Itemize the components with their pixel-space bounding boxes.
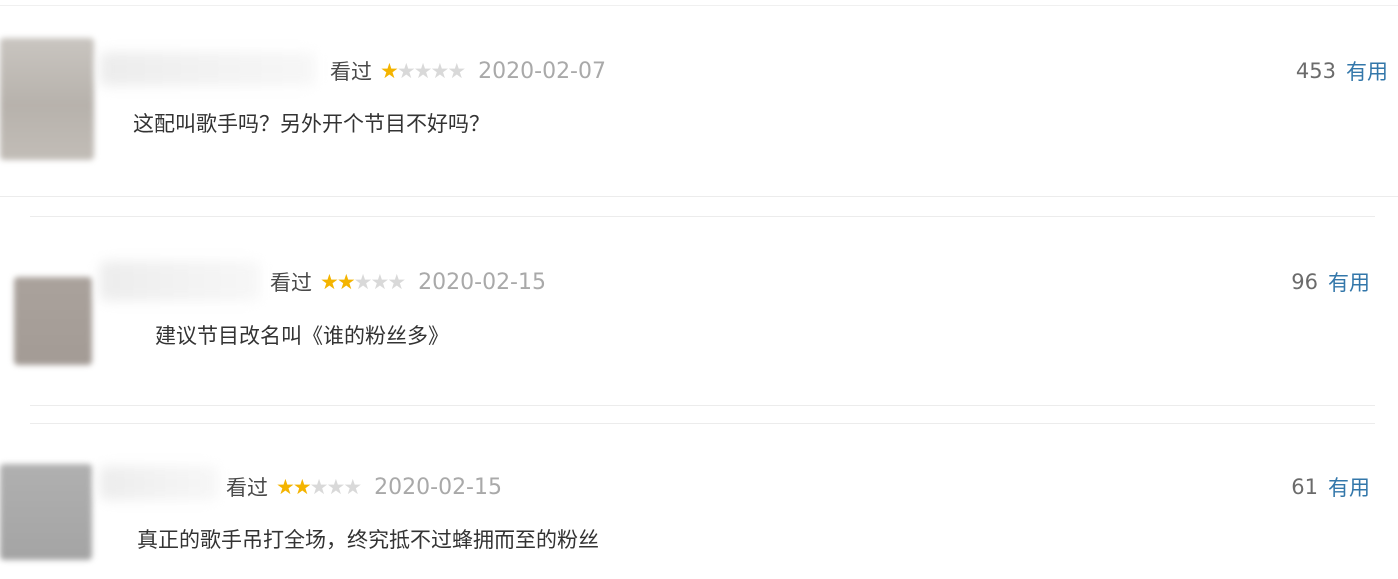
review-text: 真正的歌手吊打全场，终究抵不过蜂拥而至的粉丝 [137,528,599,552]
rating-stars: ★ ★ ★ ★ ★ [276,474,362,499]
review-meta: 看过 ★ ★ ★ ★ ★ 2020-02-15 [270,267,546,297]
star-icon: ★ [343,474,362,499]
username-blurred[interactable] [100,466,218,500]
useful-vote: 96 有用 [1291,267,1370,297]
username-blurred[interactable] [100,52,315,86]
divider [0,196,1398,197]
watched-status: 看过 [270,271,312,295]
useful-button[interactable]: 有用 [1346,56,1388,86]
star-icon: ★ [309,474,329,499]
star-icon: ★ [292,474,312,499]
star-icon: ★ [336,269,356,294]
avatar[interactable] [0,464,92,560]
watched-status: 看过 [226,476,268,500]
review-date: 2020-02-15 [418,269,546,295]
divider [30,405,1375,406]
review-date: 2020-02-07 [478,58,606,84]
useful-button[interactable]: 有用 [1328,472,1370,502]
review-item: 看过 ★ ★ ★ ★ ★ 2020-02-15 真正的歌手吊打全场，终究抵不过蜂… [0,424,1398,579]
rating-stars: ★ ★ ★ ★ ★ [320,269,406,294]
useful-count: 453 [1295,59,1336,83]
star-icon: ★ [326,474,345,499]
star-icon: ★ [353,269,373,294]
useful-vote: 453 有用 [1296,56,1388,86]
star-icon: ★ [413,58,433,83]
useful-count: 96 [1291,270,1318,294]
star-icon: ★ [320,269,339,294]
useful-button[interactable]: 有用 [1328,267,1370,297]
review-text: 这配叫歌手吗？另外开个节目不好吗？ [133,112,490,136]
review-item: 看过 ★ ★ ★ ★ ★ 2020-02-15 建议节目改名叫《谁的粉丝多》 9… [0,217,1398,403]
star-icon: ★ [447,58,466,83]
watched-status: 看过 [330,60,372,84]
useful-vote: 61 有用 [1291,472,1370,502]
username-blurred[interactable] [100,261,260,301]
review-item: 看过 ★ ★ ★ ★ ★ 2020-02-07 这配叫歌手吗？另外开个节目不好吗… [0,0,1398,195]
review-meta: 看过 ★ ★ ★ ★ ★ 2020-02-15 [226,472,502,502]
star-icon: ★ [396,58,416,83]
review-date: 2020-02-15 [374,474,502,500]
star-icon: ★ [387,269,406,294]
useful-count: 61 [1291,475,1318,499]
avatar[interactable] [14,277,92,365]
star-icon: ★ [430,58,449,83]
review-text: 建议节目改名叫《谁的粉丝多》 [155,324,449,348]
review-meta: 看过 ★ ★ ★ ★ ★ 2020-02-07 [330,56,606,86]
rating-stars: ★ ★ ★ ★ ★ [380,58,466,83]
star-icon: ★ [370,269,389,294]
star-icon: ★ [380,58,399,83]
avatar[interactable] [0,38,94,160]
star-icon: ★ [276,474,295,499]
